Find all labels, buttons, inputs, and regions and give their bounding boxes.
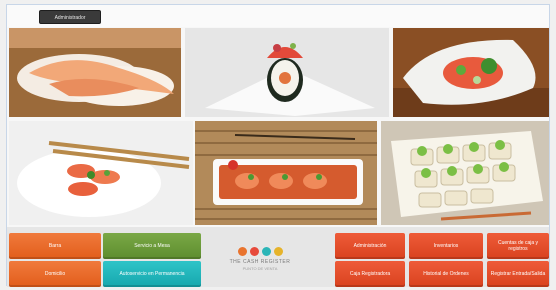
table-service-button[interactable]: Servicio a Mesa [103,233,201,259]
bar-button[interactable]: Barra [9,233,101,259]
delivery-button[interactable]: Domicilio [9,261,101,287]
self-service-button[interactable]: Autoservicio en Permanencia [103,261,201,287]
food-image-roll [185,28,389,117]
logo-mark-icon [261,247,271,256]
order-history-button[interactable]: Historial de Ordenes [409,261,483,287]
cash-register-button[interactable]: Caja Registradora [335,261,405,287]
logo-mark-icon [237,247,247,256]
food-image-salmon-slices [9,121,193,225]
logo-mark-icon [249,247,259,256]
logo-subtitle: PUNTO DE VENTA [242,266,278,271]
top-bar: Administrador [7,5,549,27]
cash-accounts-button[interactable]: Cuentas de caja y registros [487,233,549,259]
clock-in-out-button[interactable]: Registrar Entrada/Salida [487,261,549,287]
administrator-button[interactable]: Administrador [39,10,101,24]
logo-name: THE CASH REGISTER [229,259,291,265]
administration-button[interactable]: Administración [335,233,405,259]
food-image-salmon-salad [393,28,549,117]
inventory-button[interactable]: Inventarios [409,233,483,259]
food-image-nigiri [9,28,181,117]
app-window: Administrador Barra Servicio a Mesa Domi… [6,4,550,287]
food-image-maki-rolls [381,121,549,225]
logo-mark-icon [273,247,283,256]
food-image-sashimi-platter [195,121,377,225]
control-panel: Barra Servicio a Mesa Domicilio Autoserv… [7,227,549,287]
app-logo: THE CASH REGISTER PUNTO DE VENTA [217,247,303,287]
